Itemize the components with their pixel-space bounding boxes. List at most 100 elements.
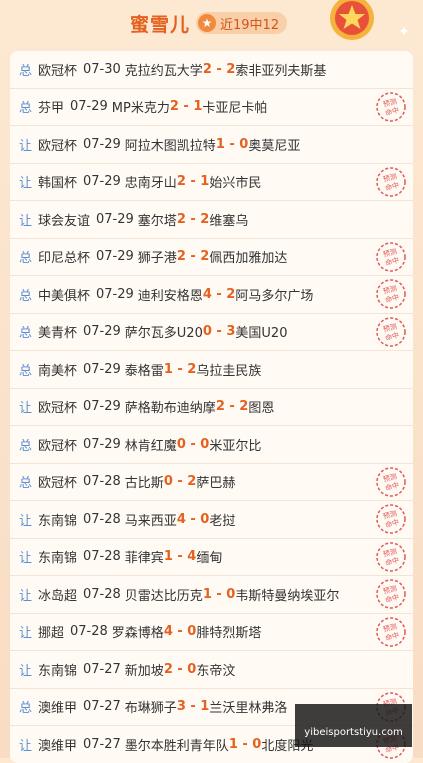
home-team: 贝雷达比历克 xyxy=(124,588,203,604)
league-name: 韩国杯 xyxy=(38,176,78,192)
record-badge: ★ 近19中12 xyxy=(196,12,288,34)
bet-type-label: 总 xyxy=(18,363,32,379)
away-team: 韦斯特曼纳埃亚尔 xyxy=(235,588,340,604)
match-date: 07-29 xyxy=(83,324,121,340)
home-team: 新加坡 xyxy=(124,663,164,679)
match-date: 07-27 xyxy=(83,661,121,677)
away-team: 美国U20 xyxy=(235,326,288,342)
league-name: 东南锦 xyxy=(38,513,78,529)
match-date: 07-29 xyxy=(70,99,108,115)
match-row[interactable]: 让东南锦 07-28 马来西亚 4 - 0 老挝 预测 命中 xyxy=(10,501,413,539)
match-date: 07-28 xyxy=(83,474,121,490)
league-name: 东南锦 xyxy=(38,551,78,567)
bet-type-label: 总 xyxy=(18,63,32,79)
match-score: 1 - 2 xyxy=(163,361,197,377)
league-name: 球会友谊 xyxy=(38,213,91,229)
match-date: 07-29 xyxy=(83,174,121,190)
prediction-hit-stamp-icon: 预测命中 xyxy=(376,504,406,534)
match-row[interactable]: 总芬甲 07-29 MP米克力 2 - 1 卡亚尼卡帕 预测 命中 xyxy=(10,89,413,126)
home-team: 布琳狮子 xyxy=(124,701,177,717)
bet-type-label: 总 xyxy=(18,326,32,342)
match-score: 1 - 0 xyxy=(228,736,262,752)
match-row[interactable]: 让冰岛超 07-28 贝雷达比历克 1 - 0 韦斯特曼纳埃亚尔 预测 命中 xyxy=(10,576,413,614)
prediction-hit-stamp-icon: 预测命中 xyxy=(376,279,406,309)
match-row[interactable]: 让东南锦 07-27 新加坡 2 - 0 东帝汶 xyxy=(10,651,413,689)
match-date: 07-29 xyxy=(83,136,121,152)
home-team: 菲律宾 xyxy=(124,551,164,567)
prediction-list: 总欧冠杯 07-30 克拉约瓦大学 2 - 2 索非亚列夫斯基总芬甲 07-29 MP米克力… xyxy=(10,51,413,763)
prediction-hit-stamp-icon: 预测命中 xyxy=(376,241,406,272)
watermark: yibeisportstiyu.com xyxy=(295,704,412,747)
league-name: 欧冠杯 xyxy=(38,138,78,154)
match-score: 4 - 2 xyxy=(202,286,236,302)
league-name: 澳维甲 xyxy=(38,701,78,717)
match-score: 2 - 0 xyxy=(163,661,197,677)
away-team: 米亚尔比 xyxy=(209,438,262,454)
league-name: 南美杯 xyxy=(38,363,78,379)
match-row[interactable]: 总印尼总杯 07-29 狮子港 2 - 2 佩西加雅加达 预测 命中 xyxy=(10,239,413,276)
match-row[interactable]: 总欧冠杯 07-29 林肯红魔 0 - 0 米亚尔比 xyxy=(10,426,413,464)
home-team: 萨格勒布迪纳摩 xyxy=(124,401,216,417)
match-date: 07-27 xyxy=(83,736,121,752)
medal-icon xyxy=(330,0,374,40)
away-team: 缅甸 xyxy=(196,551,223,567)
match-score: 4 - 0 xyxy=(176,511,210,527)
match-row[interactable]: 总美青杯 07-29 萨尔瓦多U20 0 - 3 美国U20 预测 命中 xyxy=(10,314,413,351)
away-team: 萨巴赫 xyxy=(196,476,236,492)
match-row[interactable]: 让韩国杯 07-29 忠南牙山 2 - 1 始兴市民 预测 命中 xyxy=(10,164,413,201)
bet-type-label: 让 xyxy=(18,401,32,417)
home-team: 墨尔本胜利青年队 xyxy=(124,738,229,754)
match-date: 07-27 xyxy=(83,699,121,715)
away-team: 佩西加雅加达 xyxy=(209,251,288,267)
match-score: 2 - 2 xyxy=(176,249,210,265)
match-row[interactable]: 总欧冠杯 07-28 古比斯 0 - 2 萨巴赫 预测 命中 xyxy=(10,464,413,501)
header: 蜜雪儿 ★ 近19中12 ✦ xyxy=(0,0,423,46)
prediction-hit-stamp-icon: 预测命中 xyxy=(376,541,406,572)
league-name: 欧冠杯 xyxy=(38,438,78,454)
away-team: 老挝 xyxy=(209,513,236,529)
prediction-hit-stamp-icon: 预测命中 xyxy=(376,166,406,197)
home-team: 阿拉木图凯拉特 xyxy=(124,138,216,154)
bet-type-label: 总 xyxy=(18,701,32,717)
bet-type-label: 让 xyxy=(18,551,32,567)
match-row[interactable]: 总南美杯 07-29 泰格雷 1 - 2 乌拉圭民族 xyxy=(10,351,413,389)
bet-type-label: 总 xyxy=(18,288,32,304)
bet-type-label: 让 xyxy=(18,738,32,754)
home-team: 塞尔塔 xyxy=(137,213,177,229)
bet-type-label: 让 xyxy=(18,513,32,529)
match-row[interactable]: 让球会友谊 07-29 塞尔塔 2 - 2 维塞乌 xyxy=(10,201,413,239)
match-date: 07-29 xyxy=(83,436,121,452)
watermark-line1 xyxy=(352,713,355,723)
away-team: 乌拉圭民族 xyxy=(196,363,262,379)
prediction-hit-stamp-icon: 预测命中 xyxy=(376,616,406,647)
league-name: 印尼总杯 xyxy=(38,251,91,267)
away-team: 奥莫尼亚 xyxy=(248,138,301,154)
match-score: 1 - 0 xyxy=(215,136,249,152)
bet-type-label: 让 xyxy=(18,588,32,604)
bet-type-label: 让 xyxy=(18,176,32,192)
match-row[interactable]: 让挪超 07-28 罗森博格 4 - 0 腓特烈斯塔 预测 命中 xyxy=(10,614,413,651)
match-row[interactable]: 总欧冠杯 07-30 克拉约瓦大学 2 - 2 索非亚列夫斯基 xyxy=(10,51,413,89)
match-score: 0 - 3 xyxy=(202,324,236,340)
match-date: 07-30 xyxy=(83,61,121,77)
bet-type-label: 总 xyxy=(18,101,32,117)
away-team: 索非亚列夫斯基 xyxy=(235,63,327,79)
away-team: 东帝汶 xyxy=(196,663,236,679)
home-team: 古比斯 xyxy=(124,476,164,492)
match-date: 07-29 xyxy=(83,399,121,415)
home-team: 迪利安格恩 xyxy=(137,288,203,304)
match-score: 2 - 2 xyxy=(176,211,210,227)
match-date: 07-28 xyxy=(83,549,121,565)
match-score: 0 - 0 xyxy=(176,436,210,452)
match-score: 2 - 2 xyxy=(202,61,236,77)
match-row[interactable]: 让东南锦 07-28 菲律宾 1 - 4 缅甸 预测 命中 xyxy=(10,539,413,576)
league-name: 欧冠杯 xyxy=(38,476,78,492)
match-score: 1 - 4 xyxy=(163,549,197,565)
match-row[interactable]: 让欧冠杯 07-29 阿拉木图凯拉特 1 - 0 奥莫尼亚 xyxy=(10,126,413,164)
match-date: 07-28 xyxy=(83,586,121,602)
home-team: 忠南牙山 xyxy=(124,176,177,192)
match-row[interactable]: 让欧冠杯 07-29 萨格勒布迪纳摩 2 - 2 图恩 xyxy=(10,389,413,426)
match-score: 2 - 1 xyxy=(169,99,203,115)
prediction-hit-stamp-icon: 预测命中 xyxy=(376,579,406,609)
match-row[interactable]: 总中美俱杯 07-29 迪利安格恩 4 - 2 阿马多尔广场 预测 命中 xyxy=(10,276,413,314)
